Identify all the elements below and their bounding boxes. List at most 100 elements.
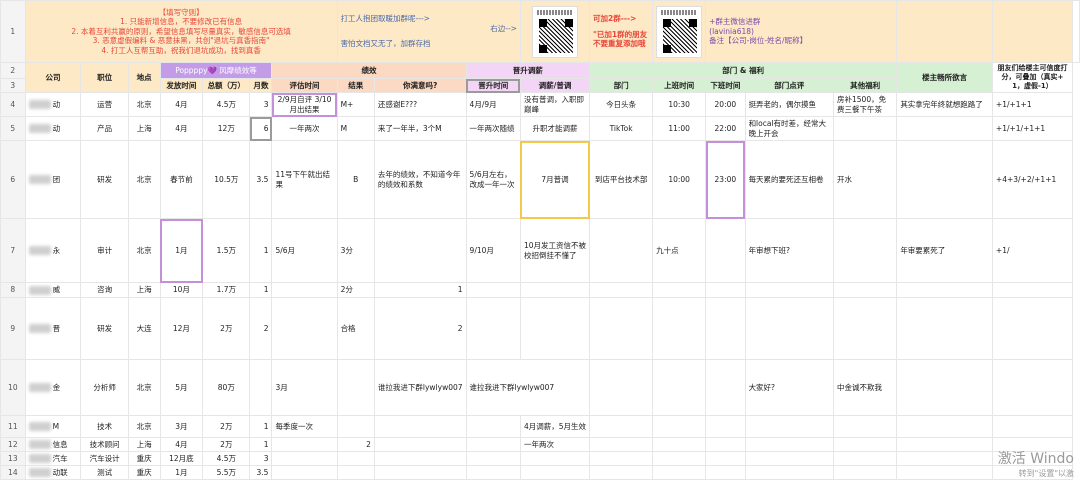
pay-time-cell[interactable]: 4月 xyxy=(159,116,204,141)
location-cell[interactable]: 上海 xyxy=(127,116,161,141)
promo-time-cell[interactable]: 9/10月 xyxy=(465,218,521,283)
raise-cell[interactable]: 10月发工资信不被校招倒挂不懂了 xyxy=(519,218,591,283)
position-cell[interactable]: 产品 xyxy=(80,116,129,141)
raise-cell[interactable]: 4月调薪，5月生效 xyxy=(519,415,591,438)
work-start-cell[interactable] xyxy=(652,465,707,480)
dept-review-cell[interactable] xyxy=(744,451,835,466)
promo-time-cell[interactable] xyxy=(465,282,521,298)
header-work-start[interactable]: 上班时间 xyxy=(652,78,707,93)
result-cell[interactable]: M+ xyxy=(336,92,375,117)
header-other-welfare[interactable]: 其他福利 xyxy=(833,78,898,93)
months-cell[interactable]: 1 xyxy=(249,437,273,452)
promo-time-cell[interactable]: 4月/9月 xyxy=(465,92,521,117)
dept-review-cell[interactable] xyxy=(744,297,835,360)
pay-time-cell[interactable]: 4月 xyxy=(159,437,204,452)
promo-time-cell[interactable] xyxy=(465,437,521,452)
promo-time-cell[interactable]: 谁拉我进下群lywlyw007 xyxy=(465,359,591,416)
total-cell[interactable]: 4.5万 xyxy=(202,451,251,466)
dept-review-cell[interactable] xyxy=(744,437,835,452)
owner-words-cell[interactable] xyxy=(896,451,993,466)
dept-cell[interactable] xyxy=(589,415,654,438)
total-cell[interactable]: 2万 xyxy=(202,437,251,452)
row-number[interactable]: 10 xyxy=(0,359,26,416)
dept-cell[interactable] xyxy=(589,465,654,480)
work-end-cell[interactable] xyxy=(705,451,746,466)
result-cell[interactable] xyxy=(336,465,375,480)
result-cell[interactable] xyxy=(336,415,375,438)
other-welfare-cell[interactable] xyxy=(833,282,898,298)
company-cell[interactable]: 动 xyxy=(24,116,82,141)
company-cell[interactable]: 威 xyxy=(24,282,82,298)
row-number[interactable]: 9 xyxy=(0,297,26,360)
promo-time-cell[interactable]: 一年两次随绩 xyxy=(465,116,521,141)
satisfied-cell[interactable]: 谁拉我进下群lywlyw007 xyxy=(373,359,467,416)
row-number[interactable]: 4 xyxy=(0,92,26,117)
work-end-cell[interactable] xyxy=(705,465,746,480)
other-welfare-cell[interactable]: 开水 xyxy=(833,140,898,219)
header-position[interactable]: 职位 xyxy=(80,62,129,93)
total-cell[interactable]: 1.7万 xyxy=(202,282,251,298)
work-start-cell[interactable] xyxy=(652,297,707,360)
raise-cell[interactable]: 升职才能调薪 xyxy=(519,116,591,141)
header-performance[interactable]: 绩效 xyxy=(271,62,467,79)
total-cell[interactable]: 80万 xyxy=(202,359,251,416)
raise-cell[interactable]: 没有普调，入职即巅峰 xyxy=(519,92,591,117)
work-end-cell[interactable]: 20:00 xyxy=(705,92,746,117)
header-dept-review[interactable]: 部门点评 xyxy=(744,78,835,93)
eval-time-cell[interactable] xyxy=(271,297,338,360)
work-end-cell[interactable]: 22:00 xyxy=(705,116,746,141)
raise-cell[interactable] xyxy=(519,282,591,298)
header-satisfied[interactable]: 你满意吗? xyxy=(373,78,467,93)
score-cell[interactable] xyxy=(991,282,1074,298)
dept-cell[interactable] xyxy=(589,437,654,452)
result-cell[interactable]: B xyxy=(336,140,375,219)
work-end-cell[interactable] xyxy=(705,415,746,438)
row-number[interactable]: 14 xyxy=(0,465,26,480)
months-cell[interactable]: 3 xyxy=(249,92,273,117)
dept-review-cell[interactable] xyxy=(744,282,835,298)
months-cell[interactable]: 1 xyxy=(249,218,273,283)
result-cell[interactable]: 3分 xyxy=(336,218,375,283)
total-cell[interactable]: 12万 xyxy=(202,116,251,141)
dept-cell[interactable]: TikTok xyxy=(589,116,654,141)
header-eval-time[interactable]: 评估时间 xyxy=(271,78,338,93)
header-company[interactable]: 公司 xyxy=(24,62,82,93)
location-cell[interactable]: 重庆 xyxy=(127,465,161,480)
months-cell[interactable]: 6 xyxy=(249,116,273,141)
work-end-cell[interactable] xyxy=(705,359,746,416)
eval-time-cell[interactable]: 每季度一次 xyxy=(271,415,338,438)
satisfied-cell[interactable]: 1 xyxy=(373,282,467,298)
eval-time-cell[interactable] xyxy=(271,437,338,452)
work-end-cell[interactable] xyxy=(705,437,746,452)
total-cell[interactable]: 1.5万 xyxy=(202,218,251,283)
position-cell[interactable]: 汽车设计 xyxy=(80,451,129,466)
position-cell[interactable]: 运营 xyxy=(80,92,129,117)
months-cell[interactable]: 3 xyxy=(249,451,273,466)
months-cell[interactable]: 3.5 xyxy=(249,140,273,219)
promo-time-cell[interactable] xyxy=(465,297,521,360)
work-start-cell[interactable]: 10:00 xyxy=(652,140,707,219)
owner-words-cell[interactable] xyxy=(896,437,993,452)
owner-words-cell[interactable] xyxy=(896,415,993,438)
dept-review-cell[interactable]: 每天累的要死还互相卷 xyxy=(744,140,835,219)
satisfied-cell[interactable] xyxy=(373,437,467,452)
header-promo-time[interactable]: 晋升时间 xyxy=(465,78,521,93)
header-dept-welfare[interactable]: 部门 & 福利 xyxy=(589,62,898,79)
work-start-cell[interactable] xyxy=(652,437,707,452)
other-welfare-cell[interactable]: 中金诚不欺我 xyxy=(833,359,898,416)
score-cell[interactable] xyxy=(991,297,1074,360)
company-cell[interactable]: 永 xyxy=(24,218,82,283)
company-cell[interactable]: 信息 xyxy=(24,437,82,452)
header-pay-time[interactable]: 发放时间 xyxy=(159,78,204,93)
header-months[interactable]: 月数 xyxy=(249,78,273,93)
pay-time-cell[interactable]: 春节前 xyxy=(159,140,204,219)
row-number[interactable]: 13 xyxy=(0,451,26,466)
owner-words-cell[interactable] xyxy=(896,297,993,360)
header-owner-words[interactable]: 楼主畅所欲言 xyxy=(896,62,993,93)
dept-review-cell[interactable]: 大家好? xyxy=(744,359,835,416)
other-welfare-cell[interactable] xyxy=(833,437,898,452)
dept-review-cell[interactable] xyxy=(744,465,835,480)
other-welfare-cell[interactable] xyxy=(833,465,898,480)
satisfied-cell[interactable]: 2 xyxy=(373,297,467,360)
dept-cell[interactable] xyxy=(589,282,654,298)
